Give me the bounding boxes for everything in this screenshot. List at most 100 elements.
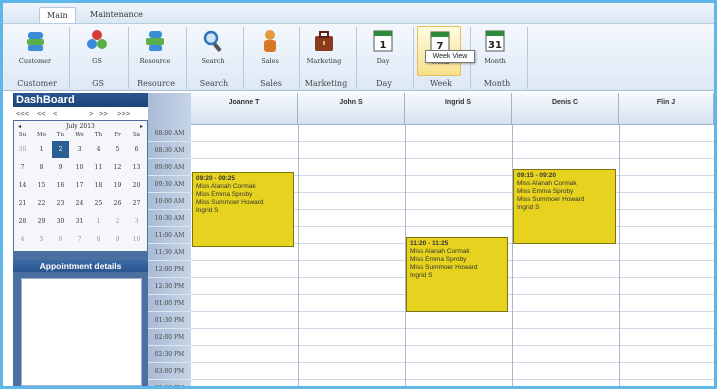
group-label-gs: GS (92, 79, 104, 88)
calendar-day[interactable]: 18 (90, 177, 107, 194)
calendar-prev-arrow-icon[interactable]: ◂ (18, 122, 21, 132)
resource-button[interactable]: Resource (133, 26, 177, 76)
search-button[interactable]: Search (191, 26, 235, 76)
calendar-day[interactable]: 23 (52, 195, 69, 212)
marketing-button[interactable]: Marketing (302, 26, 346, 76)
calendar-day[interactable]: 26 (109, 195, 126, 212)
time-slot-label: 10:00 AM (148, 193, 191, 210)
calendar-day[interactable]: 27 (128, 195, 145, 212)
calendar-day[interactable]: 2 (52, 141, 69, 158)
calendar-day[interactable]: 5 (33, 231, 50, 248)
calendar-day[interactable]: 3 (71, 141, 88, 158)
calendar-day[interactable]: 7 (14, 159, 31, 176)
calendar-day[interactable]: 25 (90, 195, 107, 212)
calendar-day[interactable]: 6 (52, 231, 69, 248)
calendar-day[interactable]: 2 (109, 213, 126, 230)
calendar-day[interactable]: 31 (71, 213, 88, 230)
dashboard-title: DashBoard (13, 93, 148, 107)
calendar-day[interactable]: 3 (128, 213, 145, 230)
calendar-day[interactable]: 5 (109, 141, 126, 158)
time-slot-label: 02:00 PM (148, 329, 191, 346)
nav-next-button[interactable]: > (89, 107, 93, 120)
appointment-time: 09:20 - 09:25 (196, 175, 236, 182)
customer-button-label: Customer (18, 57, 52, 65)
appointment-time: 09:15 - 09:20 (517, 172, 557, 179)
calendar-day[interactable]: 10 (128, 231, 145, 248)
sales-button[interactable]: Sales (248, 26, 292, 76)
tab-main[interactable]: Main (39, 7, 76, 23)
nav-next-month-button[interactable]: >> (99, 107, 108, 120)
appointment-block[interactable]: 09:20 - 09:25 Miss Alanah Cormak Miss Em… (192, 172, 294, 247)
gs-button[interactable]: GS (75, 26, 119, 76)
calendar-day[interactable]: 11 (90, 159, 107, 176)
row-divider (191, 141, 714, 142)
tab-maintenance[interactable]: Maintenance (83, 7, 150, 23)
calendar-day[interactable]: 7 (71, 231, 88, 248)
calendar-day[interactable]: 29 (33, 213, 50, 230)
calendar-day[interactable]: 4 (90, 141, 107, 158)
time-slot-label: 03:30 PM (148, 380, 191, 386)
column-header[interactable]: Ingrid S (405, 93, 512, 125)
nav-prev-button[interactable]: < (53, 107, 57, 120)
appointment-line: Miss Alanah Cormak (517, 180, 577, 187)
calendar-day[interactable]: 24 (71, 195, 88, 212)
calendar-header: ◂ July 2013 ▸ (14, 122, 147, 132)
calendar-day[interactable]: 10 (71, 159, 88, 176)
calendar-day[interactable]: 20 (128, 177, 145, 194)
calendar-next-arrow-icon[interactable]: ▸ (140, 122, 143, 132)
calendar-day[interactable]: 22 (33, 195, 50, 212)
nav-first-button[interactable]: <<< (16, 107, 29, 120)
marketing-button-label: Marketing (306, 57, 342, 65)
calendar-day[interactable]: 15 (33, 177, 50, 194)
calendar-day[interactable]: 4 (14, 231, 31, 248)
calendar-day[interactable]: 21 (14, 195, 31, 212)
calendar-weekday-label: We (75, 132, 84, 138)
calendar-day[interactable]: 16 (52, 177, 69, 194)
calendar-day[interactable]: 30 (14, 141, 31, 158)
calendar-day[interactable]: 1 (33, 141, 50, 158)
row-divider (191, 379, 714, 380)
month-view-button[interactable]: 31 Month (473, 26, 517, 76)
customer-button[interactable]: Customer (13, 26, 57, 76)
application-window: Main Maintenance Customer GS Resource Se… (0, 0, 717, 389)
calendar-day[interactable]: 6 (128, 141, 145, 158)
group-label-search: Search (199, 79, 229, 88)
calendar-day[interactable]: 14 (14, 177, 31, 194)
day-view-button[interactable]: 1 Day (361, 26, 405, 76)
group-separator (69, 27, 70, 89)
calendar-day[interactable]: 30 (52, 213, 69, 230)
calendar-weekday-label: Th (94, 132, 103, 138)
calendar-weekday-label: Su (18, 132, 27, 138)
appointment-line: Miss Summoer Howard (517, 196, 585, 203)
calendar-day[interactable]: 28 (14, 213, 31, 230)
sales-icon (264, 30, 276, 52)
calendar-day[interactable]: 19 (109, 177, 126, 194)
time-slot-label: 01:30 PM (148, 312, 191, 329)
calendar-month-icon: 31 (485, 30, 505, 52)
mini-calendar: ◂ July 2013 ▸ Su Mo Tu We Th Fr Sa 30 1 2 3 4 5 6 7 8 9 1… (14, 121, 147, 251)
calendar-day[interactable]: 8 (90, 231, 107, 248)
nav-last-button[interactable]: >>> (117, 107, 130, 120)
calendar-day[interactable]: 9 (109, 231, 126, 248)
calendar-day[interactable]: 8 (33, 159, 50, 176)
calendar-day[interactable]: 12 (109, 159, 126, 176)
nav-prev-month-button[interactable]: << (37, 107, 46, 120)
time-slot-label: 10:30 AM (148, 210, 191, 227)
appointment-line: Ingrid S (517, 204, 540, 211)
column-header[interactable]: Denis C (512, 93, 619, 125)
column-divider (619, 125, 620, 386)
calendar-day[interactable]: 9 (52, 159, 69, 176)
time-slot-label: 08:00 AM (148, 125, 191, 142)
column-header[interactable]: Flin J (619, 93, 714, 125)
column-header[interactable]: Joanne T (191, 93, 298, 125)
column-header[interactable]: John S (298, 93, 405, 125)
time-slot-label: 11:30 AM (148, 244, 191, 261)
schedule-grid[interactable]: Flin J Denis C Ingrid S John S Joanne T 09:2… (191, 93, 714, 386)
appointment-block[interactable]: 09:15 - 09:20 Miss Alanah Cormak Miss Em… (513, 169, 616, 244)
appointment-block[interactable]: 11:20 - 11:25 Miss Alanah Cormak Miss Em… (406, 237, 508, 312)
calendar-day[interactable]: 13 (128, 159, 145, 176)
calendar-day[interactable]: 17 (71, 177, 88, 194)
group-label-week: Week (430, 79, 452, 88)
calendar-day[interactable]: 1 (90, 213, 107, 230)
time-slot-label: 03:00 PM (148, 363, 191, 380)
